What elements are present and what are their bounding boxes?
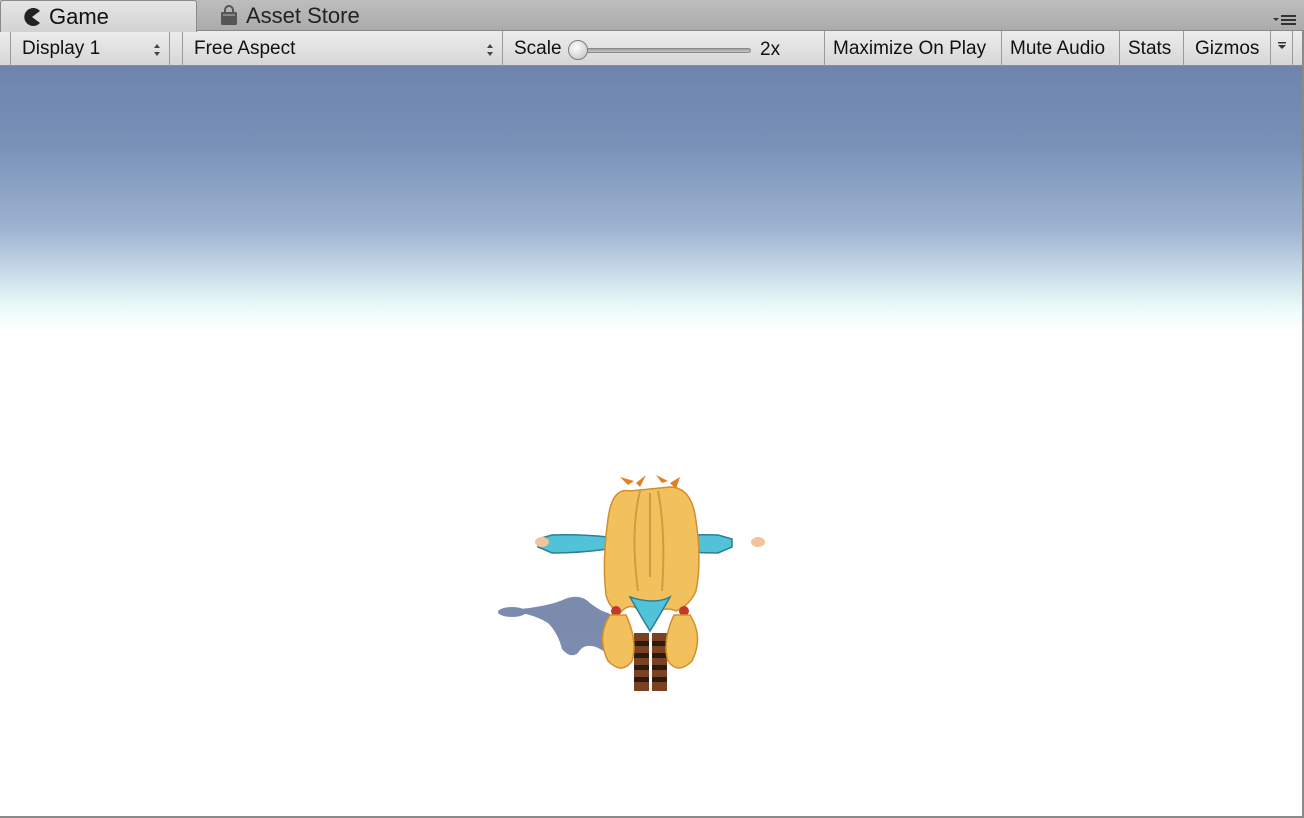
mute-audio-toggle[interactable]: Mute Audio [1002,31,1120,66]
character-model [490,401,780,741]
maximize-on-play-toggle[interactable]: Maximize On Play [825,31,1002,66]
mute-audio-label: Mute Audio [1010,37,1106,59]
scale-label: Scale [514,37,562,59]
scale-slider-track[interactable] [571,48,751,53]
updown-arrows-icon [486,41,494,56]
game-viewport[interactable] [0,66,1302,816]
aspect-dropdown-value: Free Aspect [194,37,296,59]
updown-arrows-icon [153,41,161,56]
scale-control: Scale 2x [503,31,825,66]
shopping-bag-icon [218,4,240,27]
maximize-on-play-label: Maximize On Play [833,37,987,59]
gizmos-label: Gizmos [1195,37,1260,59]
gizmos-toggle[interactable]: Gizmos [1184,31,1293,66]
tab-game[interactable]: Game [0,0,197,32]
scale-value: 2x [760,39,781,60]
chevron-down-icon [1278,42,1286,49]
aspect-dropdown[interactable]: Free Aspect [182,31,503,66]
game-view-toolbar: Display 1 Free Aspect Scale 2x Maximize … [0,31,1304,66]
tab-asset-store[interactable]: Asset Store [198,0,398,31]
panel-menu-icon[interactable] [1272,13,1298,27]
editor-tab-strip: Game Asset Store [0,0,1304,32]
gizmos-dropdown-button[interactable] [1270,31,1292,66]
stats-toggle[interactable]: Stats [1120,31,1184,66]
stats-label: Stats [1128,37,1172,59]
tab-game-label: Game [49,3,109,29]
skybox [0,66,1302,328]
pacman-icon [21,6,43,28]
display-dropdown[interactable]: Display 1 [10,31,170,66]
display-dropdown-value: Display 1 [22,37,101,59]
tab-asset-store-label: Asset Store [246,2,360,28]
scale-slider-thumb[interactable] [568,40,588,60]
